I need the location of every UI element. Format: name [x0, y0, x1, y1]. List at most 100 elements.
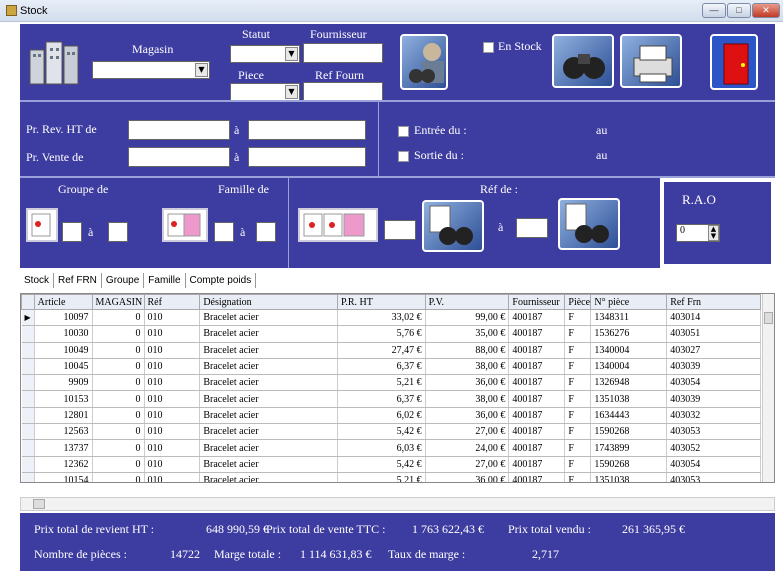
- row-selector[interactable]: [21, 358, 35, 376]
- statut-select[interactable]: ▼: [230, 45, 300, 63]
- column-header[interactable]: Pièce: [564, 294, 592, 310]
- table-cell: 0: [92, 423, 145, 441]
- table-cell: 36,00 €: [425, 407, 510, 425]
- minimize-button[interactable]: —: [702, 3, 726, 18]
- table-row[interactable]: 10030 0 010 Bracelet acier 5,76 €35,00 €4001…: [21, 325, 761, 343]
- row-selector[interactable]: [21, 456, 35, 473]
- maximize-button[interactable]: □: [727, 3, 751, 18]
- table-cell: 13737: [34, 439, 93, 457]
- tab-stock[interactable]: Stock: [20, 273, 55, 288]
- column-header[interactable]: Article: [33, 294, 93, 310]
- piece-select[interactable]: ▼: [230, 83, 300, 101]
- search-supplier-button[interactable]: [400, 34, 448, 90]
- row-selector[interactable]: [21, 390, 35, 408]
- table-row[interactable]: 13737 0 010 Bracelet acier 6,03 €24,00 €4001…: [21, 439, 761, 457]
- groupe-label: Groupe de: [58, 182, 109, 196]
- en-stock-checkbox[interactable]: [483, 42, 494, 53]
- binoculars-icon: [565, 203, 609, 243]
- pr-vente-from-input[interactable]: [128, 147, 230, 167]
- famille-button[interactable]: [162, 208, 208, 242]
- pr-vente-to-input[interactable]: [248, 147, 366, 167]
- search-button[interactable]: [552, 34, 614, 88]
- table-cell: 403053: [666, 423, 761, 441]
- table-cell: 403054: [666, 456, 761, 473]
- ref-a-label: à: [498, 220, 504, 234]
- table-row[interactable]: 10045 0 010 Bracelet acier 6,37 €38,00 €4001…: [21, 358, 761, 376]
- table-cell: 35,00 €: [425, 325, 510, 343]
- groupe-button[interactable]: [26, 208, 58, 242]
- spinner-arrows-icon[interactable]: ▲ ▼: [708, 225, 719, 241]
- table-row[interactable]: ▶ 10097 0 010 Bracelet acier 33,02 €99,00 €40…: [21, 309, 761, 327]
- table-cell: 0: [92, 456, 145, 473]
- row-selector[interactable]: [21, 342, 35, 359]
- famille-from-input[interactable]: [214, 222, 234, 242]
- ref-to-search-button[interactable]: [558, 198, 620, 250]
- pr-rev-from-input[interactable]: [128, 120, 230, 140]
- table-cell: 0: [92, 358, 145, 376]
- rao-label: R.A.O: [682, 192, 716, 207]
- row-selector[interactable]: [21, 325, 35, 343]
- buildings-icon: [28, 36, 88, 86]
- column-header[interactable]: P.V.: [424, 294, 510, 310]
- horizontal-scrollbar[interactable]: [20, 497, 775, 511]
- famille-label: Famille de: [218, 182, 269, 196]
- table-row[interactable]: 12362 0 010 Bracelet acier 5,42 €27,00 €4001…: [21, 456, 761, 473]
- print-button[interactable]: [620, 34, 682, 88]
- table-cell: F: [564, 374, 592, 392]
- entree-checkbox[interactable]: [398, 126, 409, 137]
- pr-rev-to-input[interactable]: [248, 120, 366, 140]
- groupe-from-input[interactable]: [62, 222, 82, 242]
- entree-label: Entrée du :: [414, 123, 467, 137]
- table-cell: 010: [144, 439, 201, 457]
- ref-from-input[interactable]: [384, 220, 416, 240]
- fournisseur-input[interactable]: [303, 43, 383, 63]
- column-header[interactable]: Réf: [143, 294, 201, 310]
- ref-button[interactable]: [298, 208, 378, 242]
- groupe-to-input[interactable]: [108, 222, 128, 242]
- tab-compte-poids[interactable]: Compte poids: [186, 273, 257, 288]
- column-header[interactable]: Fournisseur: [508, 294, 566, 310]
- row-selector[interactable]: [21, 439, 35, 457]
- famille-to-input[interactable]: [256, 222, 276, 242]
- tab-ref-frn[interactable]: Ref FRN: [54, 273, 102, 288]
- prix-vente-label: Prix total de vente TTC :: [266, 522, 386, 536]
- exit-button[interactable]: [710, 34, 758, 90]
- table-row[interactable]: 10049 0 010 Bracelet acier 27,47 €88,00 €400…: [21, 342, 761, 359]
- sortie-checkbox[interactable]: [398, 151, 409, 162]
- prix-revient-label: Prix total de revient HT :: [34, 522, 155, 536]
- column-header[interactable]: MAGASIN: [91, 294, 145, 310]
- ref-fourn-input[interactable]: [303, 82, 383, 102]
- table-cell: 5,21 €: [337, 472, 426, 482]
- column-header[interactable]: N° pièce: [590, 294, 668, 310]
- row-selector[interactable]: [21, 472, 35, 482]
- row-selector[interactable]: [21, 374, 35, 392]
- table-row[interactable]: 10153 0 010 Bracelet acier 6,37 €38,00 €4001…: [21, 390, 761, 408]
- ref-to-input[interactable]: [516, 218, 548, 238]
- scrollbar-thumb[interactable]: [33, 499, 45, 509]
- chevron-down-icon: ▼: [195, 63, 208, 77]
- table-row[interactable]: 10154 0 010 Bracelet acier 5,21 €36,00 €4001…: [21, 472, 761, 482]
- table-row[interactable]: 12563 0 010 Bracelet acier 5,42 €27,00 €4001…: [21, 423, 761, 441]
- column-header[interactable]: P.R. HT: [336, 294, 426, 310]
- table-cell: 0: [92, 325, 145, 343]
- column-header[interactable]: Ref Frn: [666, 294, 761, 310]
- row-selector[interactable]: [21, 423, 35, 441]
- column-header[interactable]: Désignation: [199, 294, 338, 310]
- table-row[interactable]: 9909 0 010 Bracelet acier 5,21 €36,00 €40018…: [21, 374, 761, 392]
- table-row[interactable]: 12801 0 010 Bracelet acier 6,02 €36,00 €4001…: [21, 407, 761, 425]
- binoculars-icon: [409, 43, 444, 83]
- row-selector[interactable]: [21, 407, 35, 425]
- ref-from-search-button[interactable]: [422, 200, 484, 252]
- close-button[interactable]: ✕: [752, 3, 780, 18]
- tab-famille[interactable]: Famille: [144, 273, 186, 288]
- table-cell: 010: [144, 309, 201, 327]
- vertical-scrollbar[interactable]: [762, 294, 774, 482]
- table-cell: 5,76 €: [337, 325, 426, 343]
- magasin-select[interactable]: ▼: [92, 61, 210, 79]
- row-selector-icon[interactable]: ▶: [21, 309, 35, 327]
- scrollbar-thumb[interactable]: [764, 312, 773, 324]
- table-cell: 5,42 €: [337, 423, 426, 441]
- table-cell: 10030: [34, 325, 93, 343]
- tab-groupe[interactable]: Groupe: [102, 273, 145, 288]
- table-cell: 0: [92, 374, 145, 392]
